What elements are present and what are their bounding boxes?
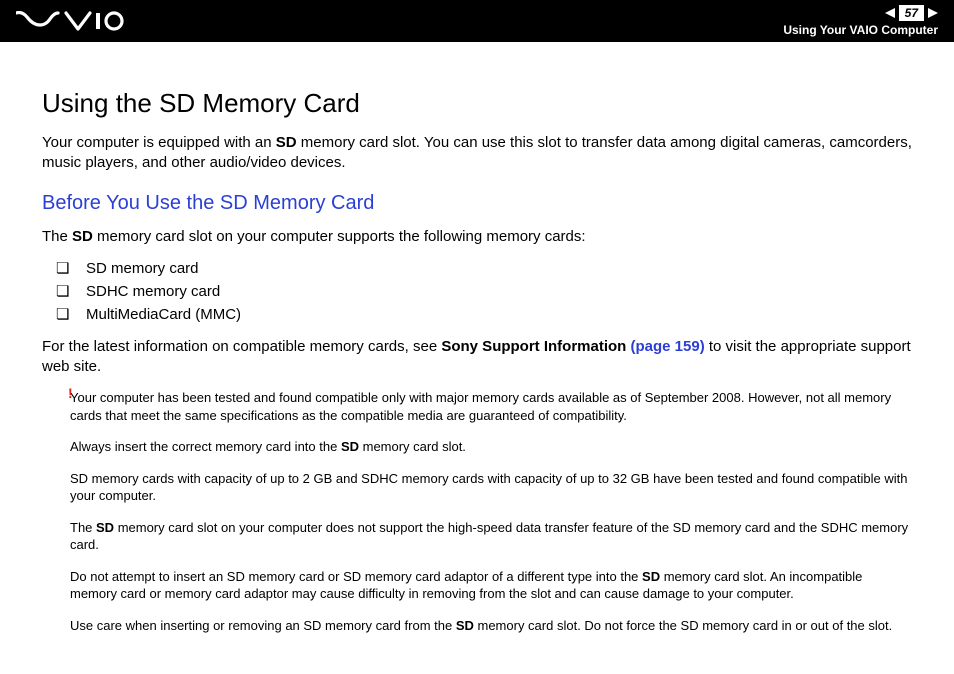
latest-pre: For the latest information on compatible… <box>42 338 441 355</box>
note-pre: The <box>70 520 96 535</box>
note-post: memory card slot on your computer does n… <box>70 520 908 553</box>
note-pre: Use care when inserting or removing an S… <box>70 618 456 633</box>
page-navigation: 57 <box>885 5 938 21</box>
page-number: 57 <box>899 5 924 21</box>
support-intro: The SD memory card slot on your computer… <box>42 227 912 247</box>
notes-section: ! Your computer has been tested and foun… <box>70 389 912 634</box>
note-post: memory card slot. <box>359 439 466 454</box>
page-title: Using the SD Memory Card <box>42 88 912 119</box>
vaio-logo <box>16 11 124 31</box>
page-header: 57 Using Your VAIO Computer <box>0 0 954 42</box>
note-bold: SD <box>642 569 660 584</box>
intro-text-bold: SD <box>276 134 297 151</box>
prev-page-icon[interactable] <box>885 8 895 18</box>
list-item: MultiMediaCard (MMC) <box>56 303 912 326</box>
page-content: Using the SD Memory Card Your computer i… <box>0 42 954 668</box>
latest-bold: Sony Support Information <box>441 338 630 355</box>
note-pre: Do not attempt to insert an SD memory ca… <box>70 569 642 584</box>
support-pre: The <box>42 228 72 245</box>
support-bold: SD <box>72 228 93 245</box>
section-heading: Before You Use the SD Memory Card <box>42 192 912 215</box>
intro-paragraph: Your computer is equipped with an SD mem… <box>42 133 912 174</box>
note-pre: Always insert the correct memory card in… <box>70 439 341 454</box>
next-page-icon[interactable] <box>928 8 938 18</box>
list-item: SD memory card <box>56 257 912 280</box>
note-item: Use care when inserting or removing an S… <box>70 617 912 635</box>
note-item: Always insert the correct memory card in… <box>70 438 912 456</box>
latest-info: For the latest information on compatible… <box>42 337 912 378</box>
page-link[interactable]: (page 159) <box>631 338 705 355</box>
support-post: memory card slot on your computer suppor… <box>93 228 586 245</box>
note-item: The SD memory card slot on your computer… <box>70 519 912 554</box>
breadcrumb: Using Your VAIO Computer <box>783 23 938 37</box>
list-item: SDHC memory card <box>56 280 912 303</box>
note-item: Do not attempt to insert an SD memory ca… <box>70 568 912 603</box>
note-bold: SD <box>341 439 359 454</box>
note-item: SD memory cards with capacity of up to 2… <box>70 470 912 505</box>
header-right: 57 Using Your VAIO Computer <box>783 5 938 37</box>
memory-card-list: SD memory card SDHC memory card MultiMed… <box>56 257 912 327</box>
note-bold: SD <box>456 618 474 633</box>
note-item: Your computer has been tested and found … <box>70 389 912 424</box>
note-post: memory card slot. Do not force the SD me… <box>474 618 892 633</box>
warning-icon: ! <box>68 385 73 401</box>
intro-text-pre: Your computer is equipped with an <box>42 134 276 151</box>
note-bold: SD <box>96 520 114 535</box>
